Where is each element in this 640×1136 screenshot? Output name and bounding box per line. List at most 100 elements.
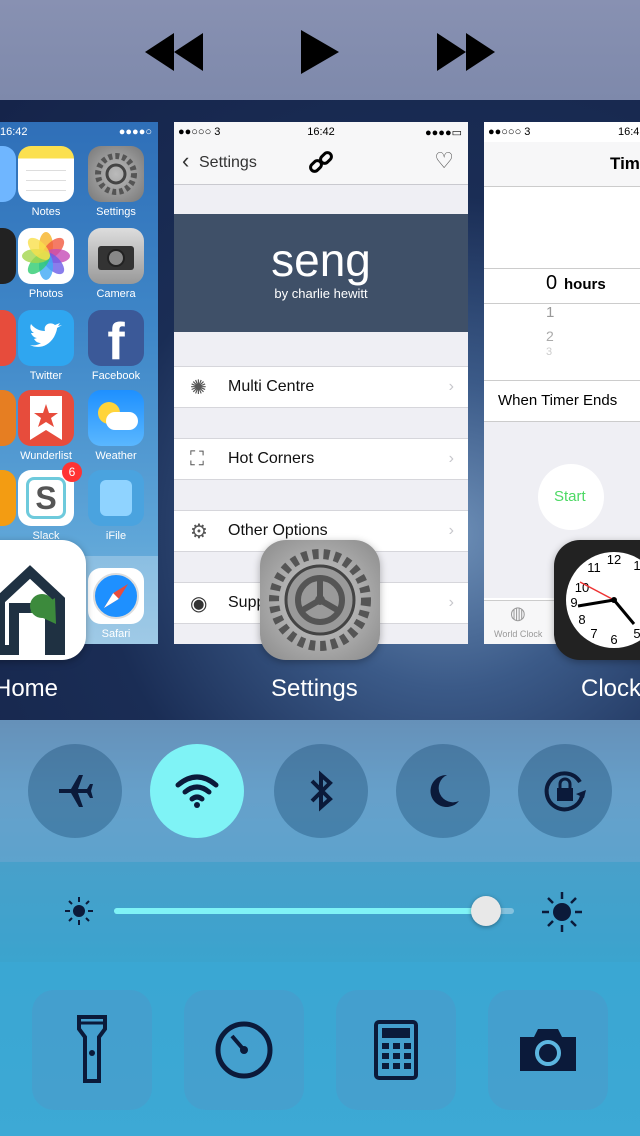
app-label: Notes xyxy=(31,206,61,218)
hero-title: seng xyxy=(271,234,371,286)
notification-badge: 6 xyxy=(62,462,82,482)
brightness-high-icon xyxy=(540,890,584,939)
app-label: Photos xyxy=(28,288,64,300)
back-chevron-icon[interactable]: ‹ xyxy=(182,148,189,174)
chevron-right-icon: › xyxy=(448,378,454,395)
wunderlist-icon[interactable] xyxy=(18,390,74,446)
weather-icon[interactable] xyxy=(88,390,144,446)
signal-icon: ●●●●○ xyxy=(118,126,152,138)
carrier-signal: ●●○○○ 3 xyxy=(488,126,531,138)
start-button[interactable]: Start xyxy=(538,464,604,530)
svg-text:6: 6 xyxy=(610,632,617,647)
notes-icon[interactable] xyxy=(18,146,74,202)
lifebuoy-icon: ◉ xyxy=(190,592,208,615)
bluetooth-icon xyxy=(310,770,333,812)
heart-icon[interactable]: ♡ xyxy=(434,148,454,174)
app-label: Settings xyxy=(96,206,136,218)
wifi-icon xyxy=(175,774,219,808)
app-label: Twitter xyxy=(29,370,63,382)
wifi-toggle[interactable] xyxy=(150,744,244,838)
fast-forward-icon xyxy=(437,33,495,71)
calculator-button[interactable] xyxy=(336,990,456,1110)
app-icon[interactable] xyxy=(0,228,16,284)
app-label: os xyxy=(0,370,2,382)
svg-text:9: 9 xyxy=(570,595,577,610)
app-icon[interactable] xyxy=(0,146,16,202)
chevron-right-icon: › xyxy=(448,450,454,467)
svg-text:11: 11 xyxy=(587,560,601,575)
link-icon[interactable] xyxy=(308,150,334,176)
clock-app-icon[interactable]: 12 1 11 10 9 8 765 xyxy=(554,540,640,660)
settings-icon[interactable] xyxy=(88,146,144,202)
chevron-right-icon: › xyxy=(448,522,454,539)
svg-text:1: 1 xyxy=(633,558,640,573)
status-time: 16:42 xyxy=(307,126,335,138)
app-label: Weather xyxy=(95,450,137,462)
app-switcher: 16:42 ●●●●○ Notes Settings Photos Camera… xyxy=(0,100,640,720)
svg-text:7: 7 xyxy=(590,626,597,641)
svg-text:8: 8 xyxy=(578,612,585,627)
brightness-knob[interactable] xyxy=(471,896,501,926)
nodes-icon: ✺ xyxy=(190,376,207,399)
switcher-label-clock: Clock xyxy=(581,675,640,702)
status-time: 16:42 xyxy=(0,126,28,138)
bluetooth-toggle[interactable] xyxy=(274,744,368,838)
gear-icon: ⚙ xyxy=(190,520,208,543)
menu-row-hot-corners[interactable]: ⛶ Hot Corners › xyxy=(174,438,468,480)
camera-icon xyxy=(520,1029,576,1071)
nav-title: Time xyxy=(610,154,640,173)
app-label: Wunderlist xyxy=(20,450,72,462)
svg-text:12: 12 xyxy=(607,552,621,567)
media-controls xyxy=(0,0,640,100)
brightness-fill xyxy=(114,908,486,914)
carrier-signal: ●●○○○ 3 xyxy=(178,126,221,138)
app-label: Camera xyxy=(96,288,136,300)
app-icon[interactable] xyxy=(0,390,16,446)
switcher-label-home: Home xyxy=(0,675,59,702)
safari-icon[interactable] xyxy=(88,568,144,624)
camera-app-icon[interactable] xyxy=(88,228,144,284)
app-icon[interactable] xyxy=(0,470,16,526)
twitter-icon[interactable] xyxy=(18,310,74,366)
app-label: Facebook xyxy=(91,370,141,382)
hero-subtitle: by charlie hewitt xyxy=(274,286,368,301)
tab-world-clock[interactable]: World Clock xyxy=(494,629,542,639)
brightness-slider[interactable] xyxy=(114,908,514,914)
svg-text:5: 5 xyxy=(633,626,640,641)
menu-row-multi-centre[interactable]: ✺ Multi Centre › xyxy=(174,366,468,408)
app-icon[interactable] xyxy=(0,310,16,366)
moon-icon xyxy=(430,774,459,807)
play-icon xyxy=(301,30,339,74)
flashlight-icon xyxy=(77,1015,107,1083)
home-app-icon[interactable] xyxy=(0,540,86,660)
rotation-lock-icon xyxy=(544,771,586,812)
rotation-lock-toggle[interactable] xyxy=(518,744,612,838)
timer-icon xyxy=(215,1021,273,1079)
corners-icon: ⛶ xyxy=(190,447,204,470)
rewind-button[interactable] xyxy=(144,28,204,76)
camera-button[interactable] xyxy=(488,990,608,1110)
settings-app-icon[interactable] xyxy=(260,540,380,660)
chevron-right-icon: › xyxy=(448,594,454,611)
back-button[interactable]: Settings xyxy=(199,154,257,172)
fast-forward-button[interactable] xyxy=(436,28,496,76)
do-not-disturb-toggle[interactable] xyxy=(396,744,490,838)
airplane-icon xyxy=(59,775,93,807)
picker-hours-unit: hours xyxy=(564,276,606,293)
play-button[interactable] xyxy=(300,28,340,76)
switcher-label-settings: Settings xyxy=(271,675,358,702)
app-label: Safari xyxy=(101,628,131,640)
when-timer-ends-row[interactable]: When Timer Ends xyxy=(484,380,640,422)
flashlight-button[interactable] xyxy=(32,990,152,1110)
brightness-low-icon xyxy=(62,894,96,933)
navigation-bar: ‹ Settings ♡ xyxy=(174,142,468,185)
timer-button[interactable] xyxy=(184,990,304,1110)
airplane-mode-toggle[interactable] xyxy=(28,744,122,838)
globe-icon: ◍ xyxy=(510,603,526,623)
seng-hero-banner: seng by charlie hewitt xyxy=(174,214,468,332)
picker-hours-value[interactable]: 0 xyxy=(546,272,557,295)
ifile-icon[interactable] xyxy=(88,470,144,526)
status-time: 16:4 xyxy=(618,126,640,138)
photos-icon[interactable] xyxy=(18,228,74,284)
facebook-icon[interactable]: f xyxy=(88,310,144,371)
